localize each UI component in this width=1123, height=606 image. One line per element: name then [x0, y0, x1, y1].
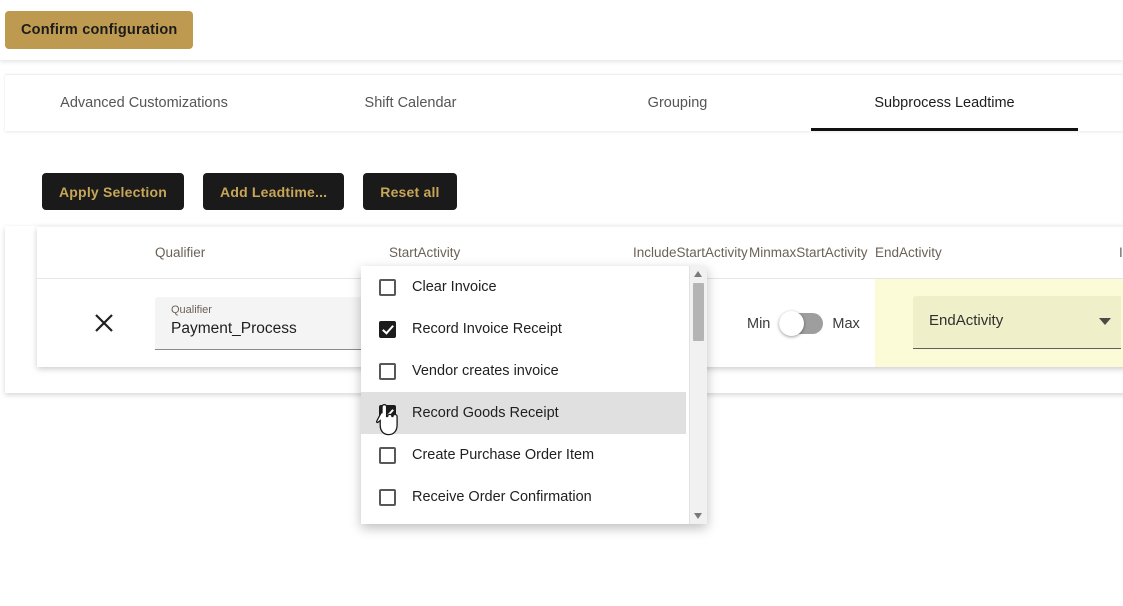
dropdown-scrollbar[interactable]	[689, 266, 707, 524]
top-action-bar: Confirm configuration	[0, 0, 1123, 60]
start-activity-dropdown-panel: Clear Invoice Record Invoice Receipt Vendo…	[361, 266, 707, 524]
scroll-down-arrow-icon[interactable]	[694, 513, 702, 519]
reset-all-button[interactable]: Reset all	[363, 173, 457, 210]
tab-advanced-customizations[interactable]: Advanced Customizations	[11, 75, 277, 131]
dropdown-option[interactable]: Record Invoice Receipt	[361, 308, 686, 350]
end-activity-select[interactable]: EndActivity	[913, 296, 1123, 349]
delete-row-icon[interactable]	[89, 308, 119, 338]
qualifier-field-value: Payment_Process	[171, 320, 297, 337]
column-header-include-end-activity: I	[1119, 245, 1123, 260]
checkbox-unchecked-icon[interactable]	[379, 446, 396, 464]
dropdown-option[interactable]: Vendor creates invoice	[361, 350, 686, 392]
minmax-min-label: Min	[747, 315, 771, 332]
chevron-down-icon	[1099, 318, 1111, 325]
scrollbar-thumb[interactable]	[693, 283, 704, 341]
dropdown-option-label: Create Purchase Order Item	[412, 447, 595, 463]
dropdown-option[interactable]: Receive Order Confirmation	[361, 476, 686, 518]
checkbox-unchecked-icon[interactable]	[379, 488, 396, 506]
tab-shift-calendar[interactable]: Shift Calendar	[277, 75, 544, 131]
tab-label: Advanced Customizations	[60, 95, 228, 111]
tab-list: Advanced Customizations Shift Calendar G…	[5, 75, 1123, 131]
dropdown-option-label: Clear Invoice	[412, 279, 497, 295]
dropdown-option[interactable]: Record Goods Receipt	[361, 392, 686, 434]
dropdown-option-label: Record Goods Receipt	[412, 405, 559, 421]
start-activity-option-list: Clear Invoice Record Invoice Receipt Vendo…	[361, 266, 686, 524]
column-header-qualifier: Qualifier	[155, 245, 206, 260]
checkbox-unchecked-icon[interactable]	[379, 278, 396, 296]
column-header-end-activity: EndActivity	[875, 245, 942, 260]
confirm-configuration-button[interactable]: Confirm configuration	[5, 11, 194, 49]
end-activity-cell: EndActivity	[875, 279, 1123, 367]
checkbox-checked-icon[interactable]	[379, 404, 396, 422]
scroll-up-arrow-icon[interactable]	[694, 271, 702, 277]
add-leadtime-button[interactable]: Add Leadtime...	[203, 173, 345, 210]
dropdown-option-label: Receive Order Confirmation	[412, 489, 592, 505]
dropdown-option-label: Vendor creates invoice	[412, 363, 559, 379]
minmax-max-label: Max	[832, 315, 860, 332]
column-header-minmax-start-activity: MinmaxStartActivity	[749, 245, 868, 260]
apply-selection-button[interactable]: Apply Selection	[42, 173, 185, 210]
column-header-start-activity: StartActivity	[389, 245, 461, 260]
dropdown-option[interactable]: Clear Invoice	[361, 266, 686, 308]
tab-label: Shift Calendar	[364, 95, 457, 111]
active-tab-indicator	[811, 128, 1078, 131]
tab-bar: Advanced Customizations Shift Calendar G…	[5, 74, 1123, 131]
tab-label: Subprocess Leadtime	[874, 95, 1015, 111]
minmax-start-activity-toggle-group: Min Max	[747, 311, 860, 336]
checkbox-unchecked-icon[interactable]	[379, 362, 396, 380]
toggle-knob	[779, 311, 805, 336]
end-activity-value: EndActivity	[929, 312, 1004, 329]
tab-grouping[interactable]: Grouping	[544, 75, 811, 131]
dropdown-option[interactable]: Create Purchase Order Item	[361, 434, 686, 476]
tab-label: Grouping	[647, 95, 708, 111]
leadtime-action-buttons: Apply Selection Add Leadtime... Reset al…	[42, 173, 457, 210]
column-header-include-start-activity: IncludeStartActivity	[633, 245, 748, 260]
tab-subprocess-leadtime[interactable]: Subprocess Leadtime	[811, 75, 1078, 131]
checkbox-checked-icon[interactable]	[379, 320, 396, 338]
dropdown-option-label: Record Invoice Receipt	[412, 321, 562, 337]
minmax-toggle-switch[interactable]	[779, 311, 824, 336]
qualifier-field-label: Qualifier	[171, 304, 212, 316]
